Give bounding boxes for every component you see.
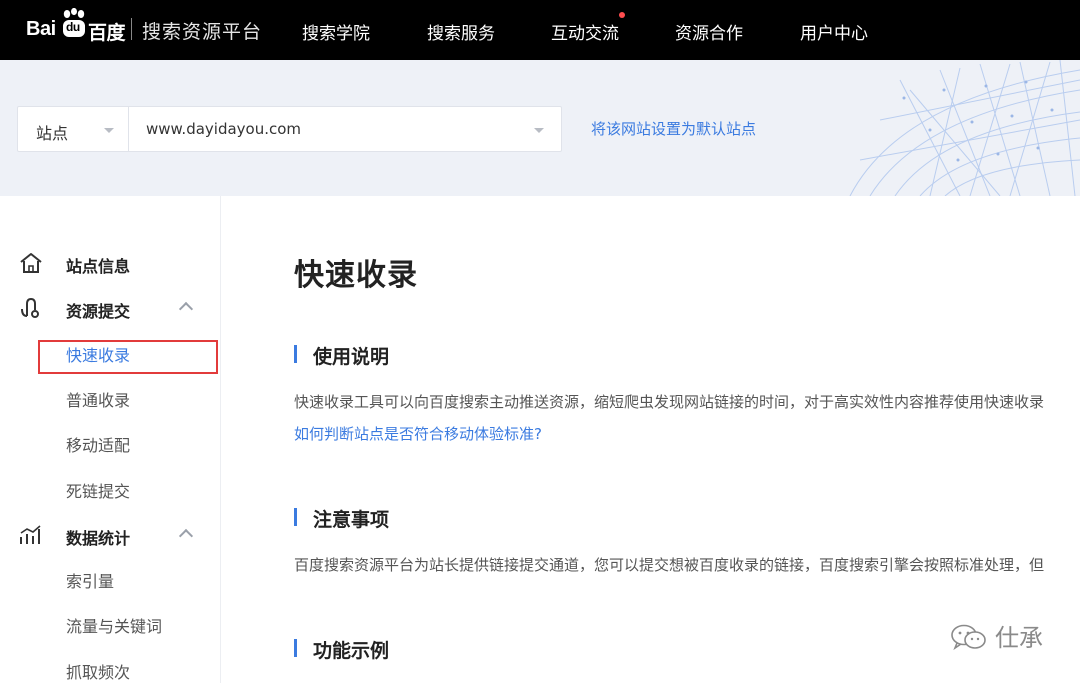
section-description: 百度搜索资源平台为站长提供链接提交通道，您可以提交想被百度收录的链接，百度搜索引…	[294, 556, 1045, 574]
sidebar-subitem-mobile-adapt[interactable]: 移动适配	[66, 432, 130, 456]
chevron-down-icon[interactable]	[534, 128, 544, 133]
section-description: 快速收录工具可以向百度搜索主动推送资源，缩短爬虫发现网站链接的时间，对于高实效性…	[294, 393, 1045, 411]
chevron-down-icon[interactable]	[104, 128, 114, 133]
sidebar-item-label: 站点信息	[66, 257, 131, 276]
sidebar-subitem-crawl-frequency[interactable]: 抓取频次	[66, 659, 130, 683]
top-nav: Bai du 百度 搜索资源平台 搜索学院 搜索服务 互动交流 资源合作 用户中…	[0, 0, 1080, 60]
sidebar-item-label: 数据统计	[66, 529, 131, 548]
section-accent-bar	[294, 345, 297, 363]
sidebar-subitem-index-volume[interactable]: 索引量	[66, 568, 114, 592]
chevron-up-icon[interactable]	[178, 301, 194, 317]
sidebar-item-data-stats[interactable]: 数据统计	[0, 517, 221, 553]
set-default-site-link[interactable]: 将该网站设置为默认站点	[591, 118, 756, 139]
section-title: 使用说明	[313, 346, 390, 368]
section-accent-bar	[294, 508, 297, 526]
logo-text-bai: Bai	[26, 18, 56, 40]
page-title: 快速收录	[294, 258, 418, 293]
section-accent-bar	[294, 639, 297, 657]
section-title: 注意事项	[313, 509, 390, 531]
sidebar: 站点信息 资源提交 快速收录 普通收录 移动适配 死链提交 数据统计 索引量 流…	[0, 196, 221, 683]
submit-icon	[21, 297, 39, 318]
mobile-standard-help-link[interactable]: 如何判断站点是否符合移动体验标准?	[294, 423, 542, 444]
nav-item-cooperation[interactable]: 资源合作	[675, 19, 743, 44]
sidebar-item-site-info[interactable]: 站点信息	[0, 245, 221, 281]
globe-mesh-decoration	[849, 60, 1080, 196]
chevron-up-icon[interactable]	[178, 528, 194, 544]
sidebar-item-resource-submit[interactable]: 资源提交	[0, 290, 221, 326]
site-selector[interactable]: 站点 www.dayidayou.com	[17, 106, 562, 152]
stats-icon	[20, 525, 41, 544]
nav-item-user-center[interactable]: 用户中心	[800, 19, 868, 44]
baidu-logo[interactable]: Bai du 百度	[26, 6, 130, 50]
wechat-watermark: 仕承	[945, 616, 1055, 656]
nav-item-community[interactable]: 互动交流	[551, 19, 619, 44]
sidebar-subitem-traffic-keywords[interactable]: 流量与关键词	[66, 613, 162, 637]
sidebar-subitem-dead-link[interactable]: 死链提交	[66, 478, 130, 502]
watermark-text: 仕承	[995, 624, 1043, 652]
sidebar-subitem-normal-index[interactable]: 普通收录	[66, 387, 130, 411]
nav-item-academy[interactable]: 搜索学院	[302, 19, 370, 44]
nav-item-services[interactable]: 搜索服务	[427, 19, 495, 44]
site-type-label: 站点	[36, 124, 69, 143]
home-icon	[20, 253, 42, 273]
wechat-icon	[951, 624, 986, 651]
selector-divider	[128, 107, 129, 151]
platform-name: 搜索资源平台	[142, 21, 263, 43]
logo-text-du: du	[66, 20, 80, 34]
notification-dot	[619, 12, 625, 18]
section-title: 功能示例	[313, 640, 390, 662]
site-url-value[interactable]: www.dayidayou.com	[146, 120, 301, 138]
logo-text-baidu-cn: 百度	[88, 23, 126, 44]
site-bar: 站点 www.dayidayou.com 将该网站设置为默认站点	[0, 60, 1080, 196]
logo-divider	[131, 18, 132, 40]
main-content: 快速收录 使用说明 快速收录工具可以向百度搜索主动推送资源，缩短爬虫发现网站链接…	[222, 196, 1080, 683]
sidebar-subitem-quick-index[interactable]: 快速收录	[66, 342, 130, 366]
sidebar-item-label: 资源提交	[66, 302, 131, 321]
